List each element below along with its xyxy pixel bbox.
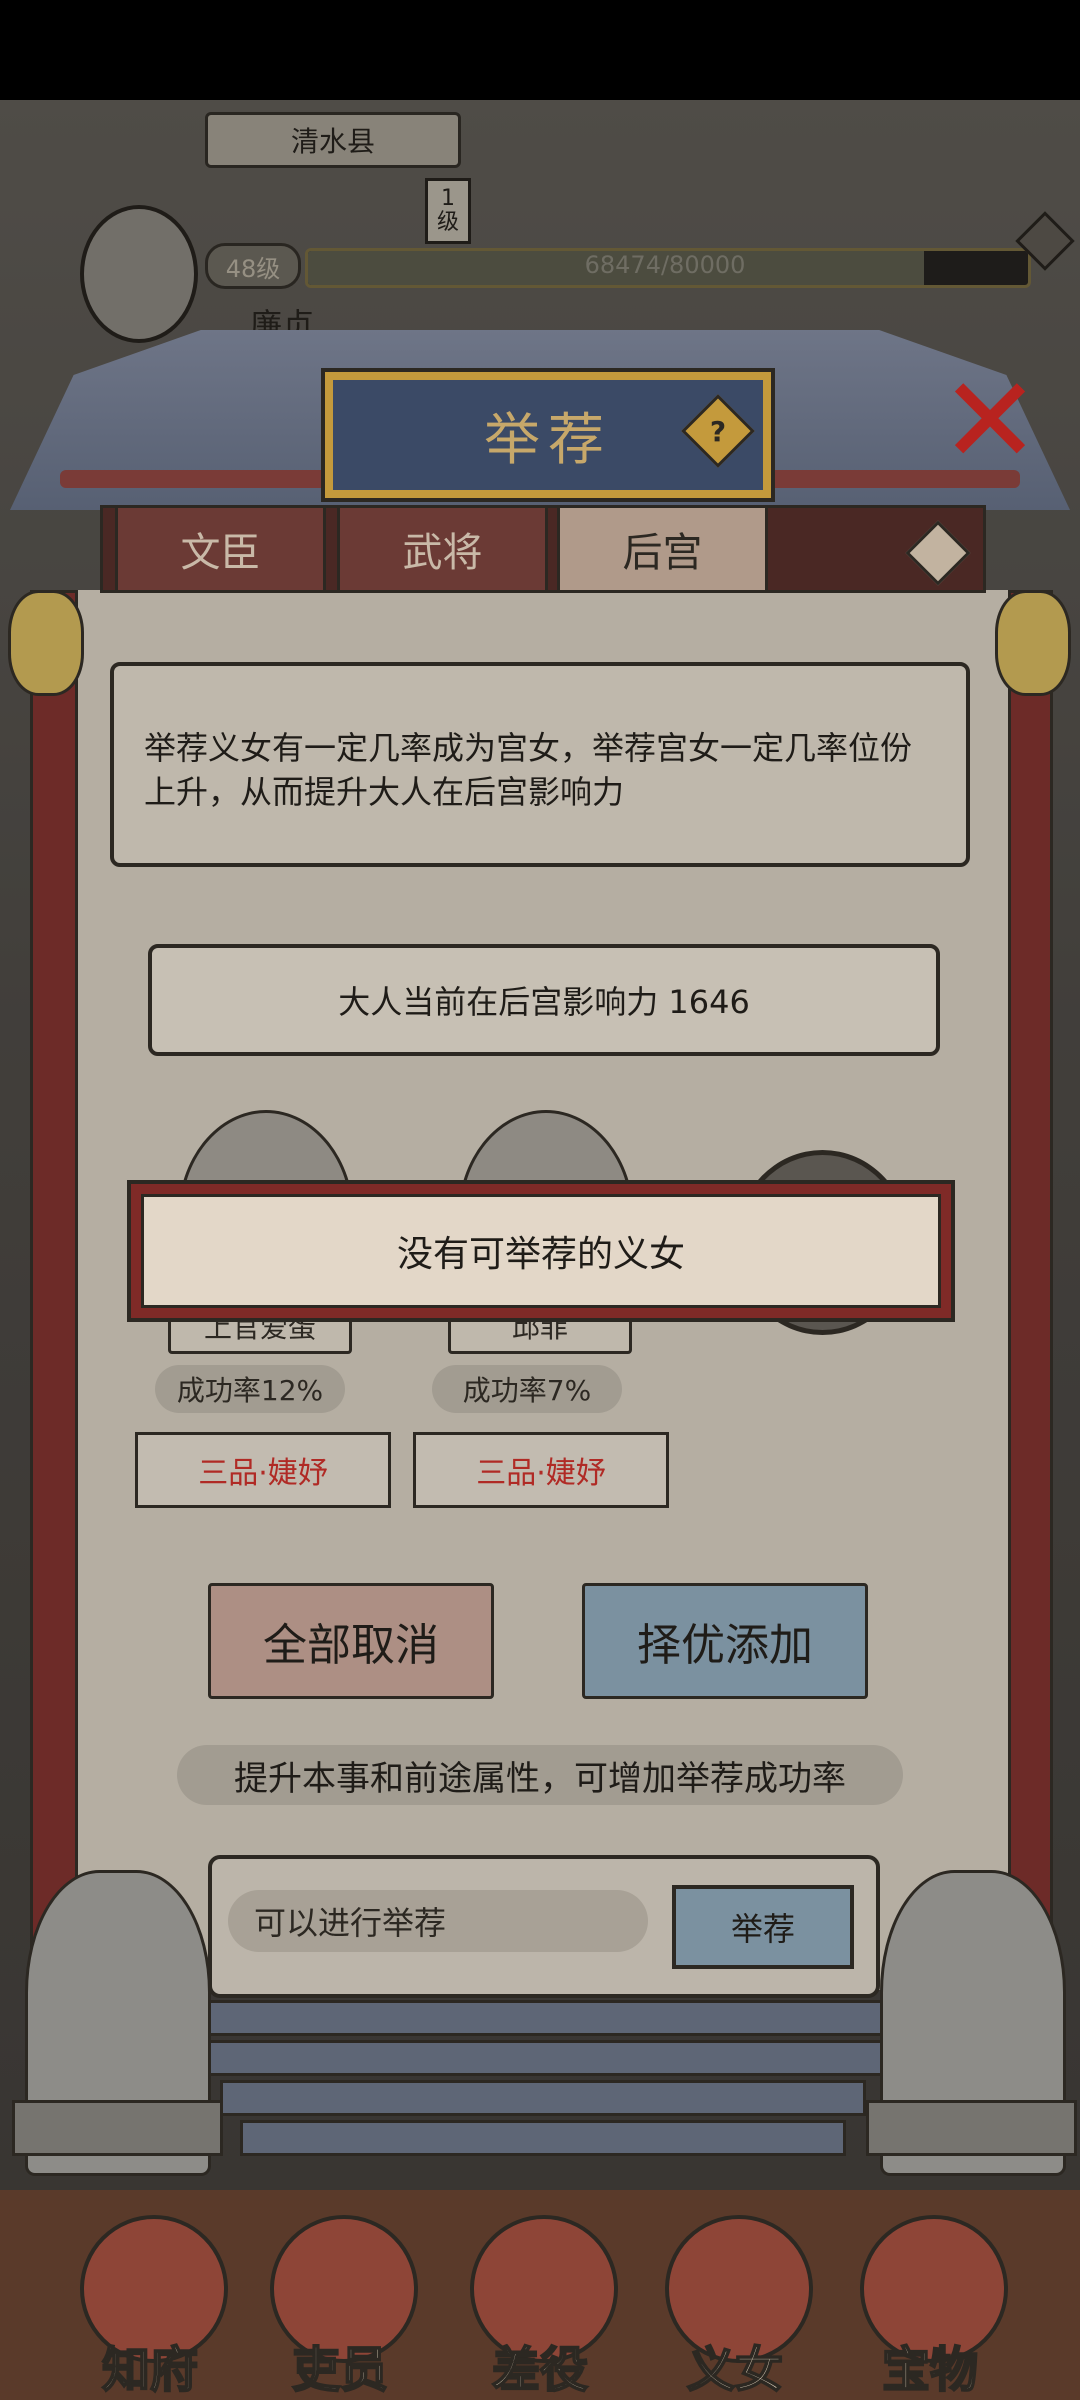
recommend-status: 可以进行举荐 (228, 1890, 648, 1952)
tab-military[interactable]: 武将 (337, 505, 548, 593)
step (200, 2040, 886, 2076)
influence-display: 大人当前在后宫影响力 1646 (148, 944, 940, 1056)
description-box: 举荐义女有一定几率成为宫女，举荐宫女一定几率位份上升，从而提升大人在后宫影响力 (110, 662, 970, 867)
tab-civil[interactable]: 文臣 (115, 505, 326, 593)
dialog-title: 举荐 (484, 407, 612, 473)
right-pillar (1005, 590, 1053, 1966)
nav-constables[interactable]: 差役 (455, 2195, 625, 2400)
step (180, 2000, 906, 2036)
candidate-success-rate: 成功率12% (155, 1365, 345, 1413)
lantern-left-icon (8, 590, 84, 696)
nav-label: 吏员 (291, 2341, 389, 2399)
close-button[interactable]: ✕ (935, 362, 1045, 482)
nav-treasures[interactable]: 宝物 (845, 2195, 1015, 2400)
lion-pedestal (866, 2100, 1077, 2156)
candidate-rank: 三品·婕妤 (135, 1432, 391, 1508)
nav-label: 知府 (101, 2341, 199, 2399)
toast-message: 没有可举荐的义女 (141, 1194, 941, 1308)
nav-clerks[interactable]: 吏员 (255, 2195, 425, 2400)
tab-harem[interactable]: 后宫 (557, 505, 768, 593)
left-pillar (30, 590, 78, 1966)
step (240, 2120, 846, 2156)
nav-label: 义女 (686, 2341, 784, 2399)
lantern-right-icon (995, 590, 1071, 696)
status-bar (0, 0, 1080, 100)
toast-popup: 没有可举荐的义女 (127, 1180, 955, 1322)
candidate-rank: 三品·婕妤 (413, 1432, 669, 1508)
nav-prefect[interactable]: 知府 (65, 2195, 235, 2400)
nav-label: 差役 (491, 2341, 589, 2399)
lion-pedestal (12, 2100, 223, 2156)
nav-label: 宝物 (881, 2341, 979, 2399)
cancel-all-button[interactable]: 全部取消 (208, 1583, 494, 1699)
step (220, 2080, 866, 2116)
hint-text: 提升本事和前途属性，可增加举荐成功率 (177, 1745, 903, 1805)
pick-best-button[interactable]: 择优添加 (582, 1583, 868, 1699)
recommend-button[interactable]: 举荐 (672, 1885, 854, 1969)
nav-daughters[interactable]: 义女 (650, 2195, 820, 2400)
candidate-success-rate: 成功率7% (432, 1365, 622, 1413)
